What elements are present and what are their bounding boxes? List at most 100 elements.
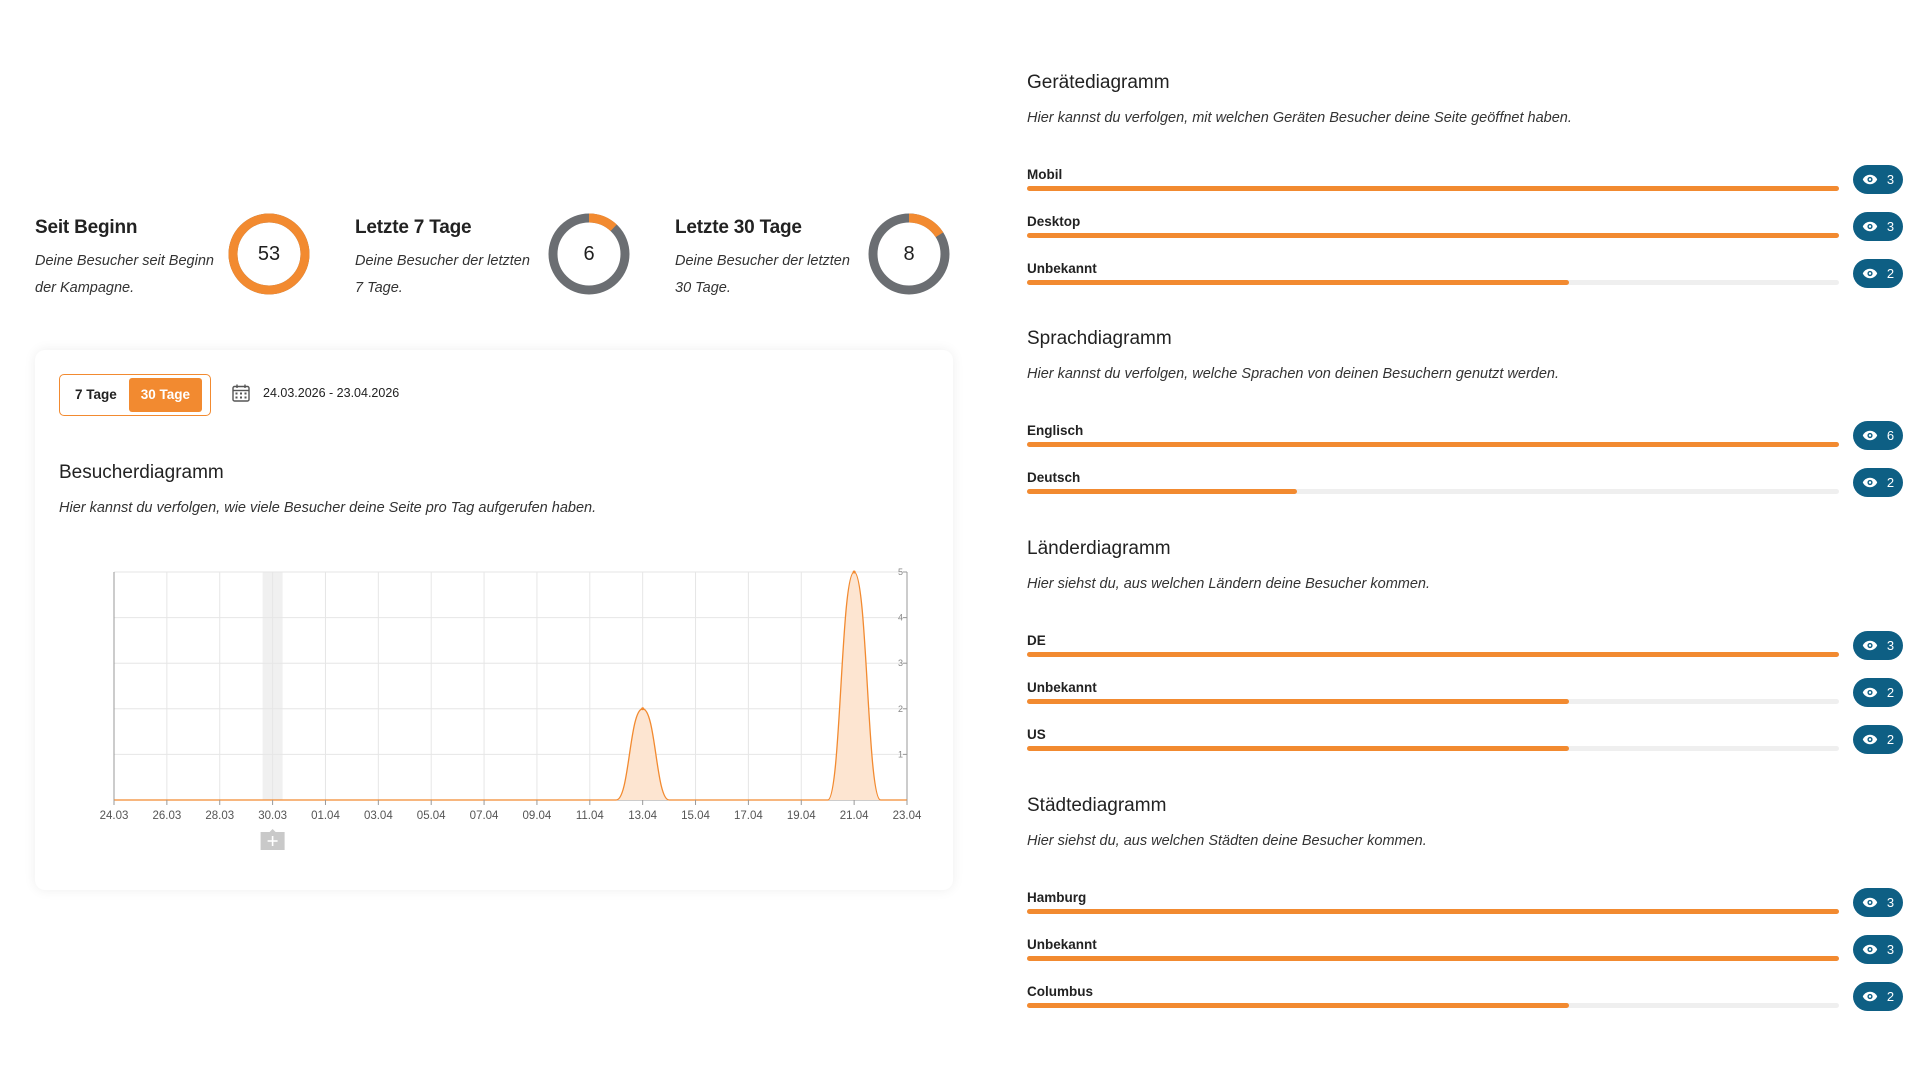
bar-track [1027,909,1839,914]
view-count-badge[interactable]: 2 [1853,259,1903,288]
range-30-days-button[interactable]: 30 Tage [128,378,203,412]
visitor-chart-description: Hier kannst du verfolgen, wie viele Besu… [59,500,597,516]
data-point [245,799,248,802]
x-tick-label: 09.04 [523,810,552,822]
data-point [773,799,776,802]
view-count: 2 [1886,266,1895,281]
kpi-ring: 8 [867,212,951,296]
view-count-badge[interactable]: 3 [1853,165,1903,194]
x-tick-label: 01.04 [311,810,340,822]
view-count: 3 [1886,172,1895,187]
country-chart-title: Länderdiagramm [1027,538,1171,559]
view-count-badge[interactable]: 6 [1853,421,1903,450]
kpi-ring: 53 [227,212,311,296]
city-chart-description: Hier siehst du, aus welchen Städten dein… [1027,833,1427,849]
view-count-badge[interactable]: 2 [1853,725,1903,754]
bar-label: Desktop [1027,214,1081,229]
view-count-badge[interactable]: 2 [1853,678,1903,707]
device-chart-title: Gerätediagramm [1027,72,1170,93]
kpi-since-start: Seit Beginn Deine Besucher seit Beginn d… [35,212,335,302]
bar-row: Desktop 3 [1027,212,1903,254]
y-tick-label: 4 [898,613,903,623]
bar-row: Unbekannt 2 [1027,678,1903,720]
bar-fill [1027,699,1569,704]
bar-row: Unbekannt 2 [1027,259,1903,301]
bar-fill [1027,909,1839,914]
bar-row: US 2 [1027,725,1903,767]
bar-row: Englisch 6 [1027,421,1903,463]
bar-track [1027,280,1839,285]
data-point [192,799,195,802]
y-tick-label: 1 [898,749,903,759]
bar-row: Unbekannt 3 [1027,935,1903,977]
view-count: 3 [1886,942,1895,957]
add-annotation-icon[interactable] [260,829,285,850]
kpi-last-30-days: Letzte 30 Tage Deine Besucher der letzte… [675,212,975,302]
range-7-days-button[interactable]: 7 Tage [63,378,129,412]
data-point [403,799,406,802]
bar-fill [1027,956,1839,961]
bar-fill [1027,489,1298,494]
language-chart-title: Sprachdiagramm [1027,328,1172,349]
x-tick-label: 07.04 [470,810,499,822]
device-chart-description: Hier kannst du verfolgen, mit welchen Ge… [1027,110,1572,126]
bar-fill [1027,746,1569,751]
data-point [562,799,565,802]
view-count-badge[interactable]: 3 [1853,888,1903,917]
data-point [668,799,671,802]
y-tick-label: 3 [898,658,903,668]
city-chart-section: Städtediagramm Hier siehst du, aus welch… [1027,795,1903,1015]
eye-icon [1862,897,1878,908]
x-tick-label: 05.04 [417,810,446,822]
bar-label: DE [1027,633,1046,648]
view-count-badge[interactable]: 3 [1853,631,1903,660]
bar-track [1027,652,1839,657]
view-count: 2 [1886,989,1895,1004]
bar-row: Mobil 3 [1027,165,1903,207]
data-point [456,799,459,802]
eye-icon [1862,944,1878,955]
x-tick-label: 28.03 [205,810,234,822]
view-count-badge[interactable]: 3 [1853,212,1903,241]
visitor-chart-title: Besucherdiagramm [59,462,224,483]
kpi-title: Letzte 30 Tage [675,217,802,238]
x-tick-label: 17.04 [734,810,763,822]
series-area [114,572,907,800]
bar-fill [1027,233,1839,238]
kpi-value: 8 [903,243,915,265]
view-count-badge[interactable]: 3 [1853,935,1903,964]
bar-row: Hamburg 3 [1027,888,1903,930]
bar-fill [1027,652,1839,657]
kpi-title: Letzte 7 Tage [355,217,472,238]
view-count: 6 [1886,428,1895,443]
data-point [852,570,856,574]
view-count-badge[interactable]: 2 [1853,468,1903,497]
bar-track [1027,1003,1839,1008]
x-tick-label: 30.03 [258,810,287,822]
eye-icon [1862,991,1878,1002]
data-point [139,799,142,802]
y-tick-label: 5 [898,567,903,577]
date-range-picker[interactable]: 24.03.2026 - 23.04.2026 [231,383,399,403]
eye-icon [1862,221,1878,232]
x-tick-label: 24.03 [100,810,129,822]
visitor-chart-svg: 24.03 26.03 28.03 30.03 01.04 03.04 05.04 07.04… [100,567,922,850]
data-point [615,799,618,802]
view-count: 3 [1886,219,1895,234]
bar-track [1027,442,1839,447]
language-chart-description: Hier kannst du verfolgen, welche Sprache… [1027,366,1559,382]
kpi-title: Seit Beginn [35,217,138,238]
bar-label: Unbekannt [1027,261,1097,276]
visitor-chart-card: 7 Tage 30 Tage 24.03.2026 - 23.04.2026 B… [35,350,953,890]
kpi-value: 6 [583,243,595,265]
view-count-badge[interactable]: 2 [1853,982,1903,1011]
eye-icon [1862,734,1878,745]
bar-label: Hamburg [1027,890,1087,905]
bar-label: Deutsch [1027,470,1081,485]
eye-icon [1862,430,1878,441]
data-point [298,799,301,802]
data-point [641,707,645,711]
bar-label: Unbekannt [1027,937,1097,952]
view-count: 3 [1886,895,1895,910]
bar-fill [1027,442,1839,447]
